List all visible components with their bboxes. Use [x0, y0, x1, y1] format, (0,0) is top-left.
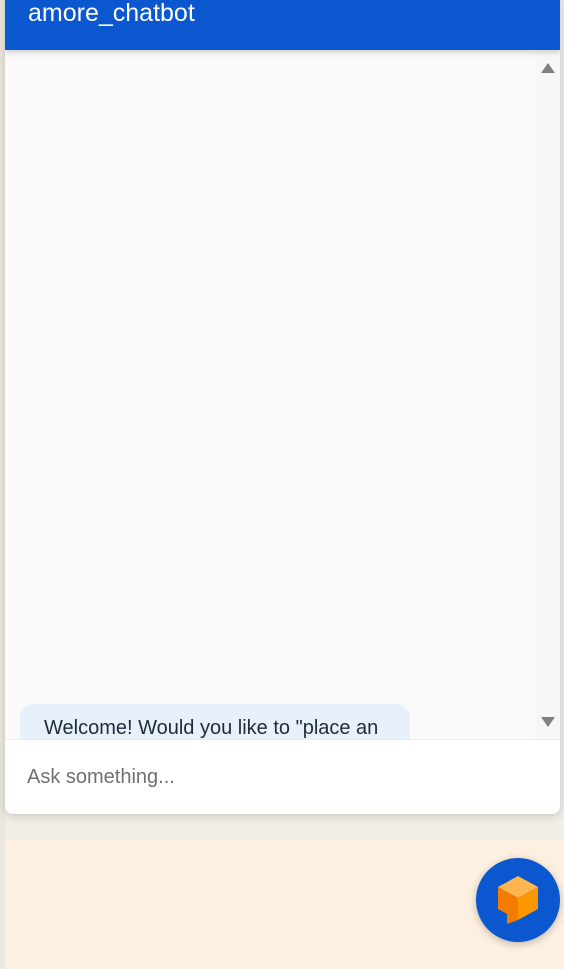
message-scrollbar[interactable] [535, 50, 560, 739]
dialogflow-messenger-icon [498, 876, 538, 924]
scroll-down-icon[interactable] [541, 717, 555, 727]
chat-title: amore_chatbot [28, 0, 195, 27]
scroll-up-icon[interactable] [541, 63, 555, 73]
chat-header: amore_chatbot [5, 0, 560, 50]
message-list[interactable]: Welcome! Would you like to "place an ord… [5, 50, 560, 783]
chat-launcher-button[interactable] [476, 858, 560, 942]
chat-window: amore_chatbot Welcome! Would you like to… [5, 0, 560, 814]
message-input[interactable] [27, 760, 527, 794]
input-area [5, 739, 560, 814]
